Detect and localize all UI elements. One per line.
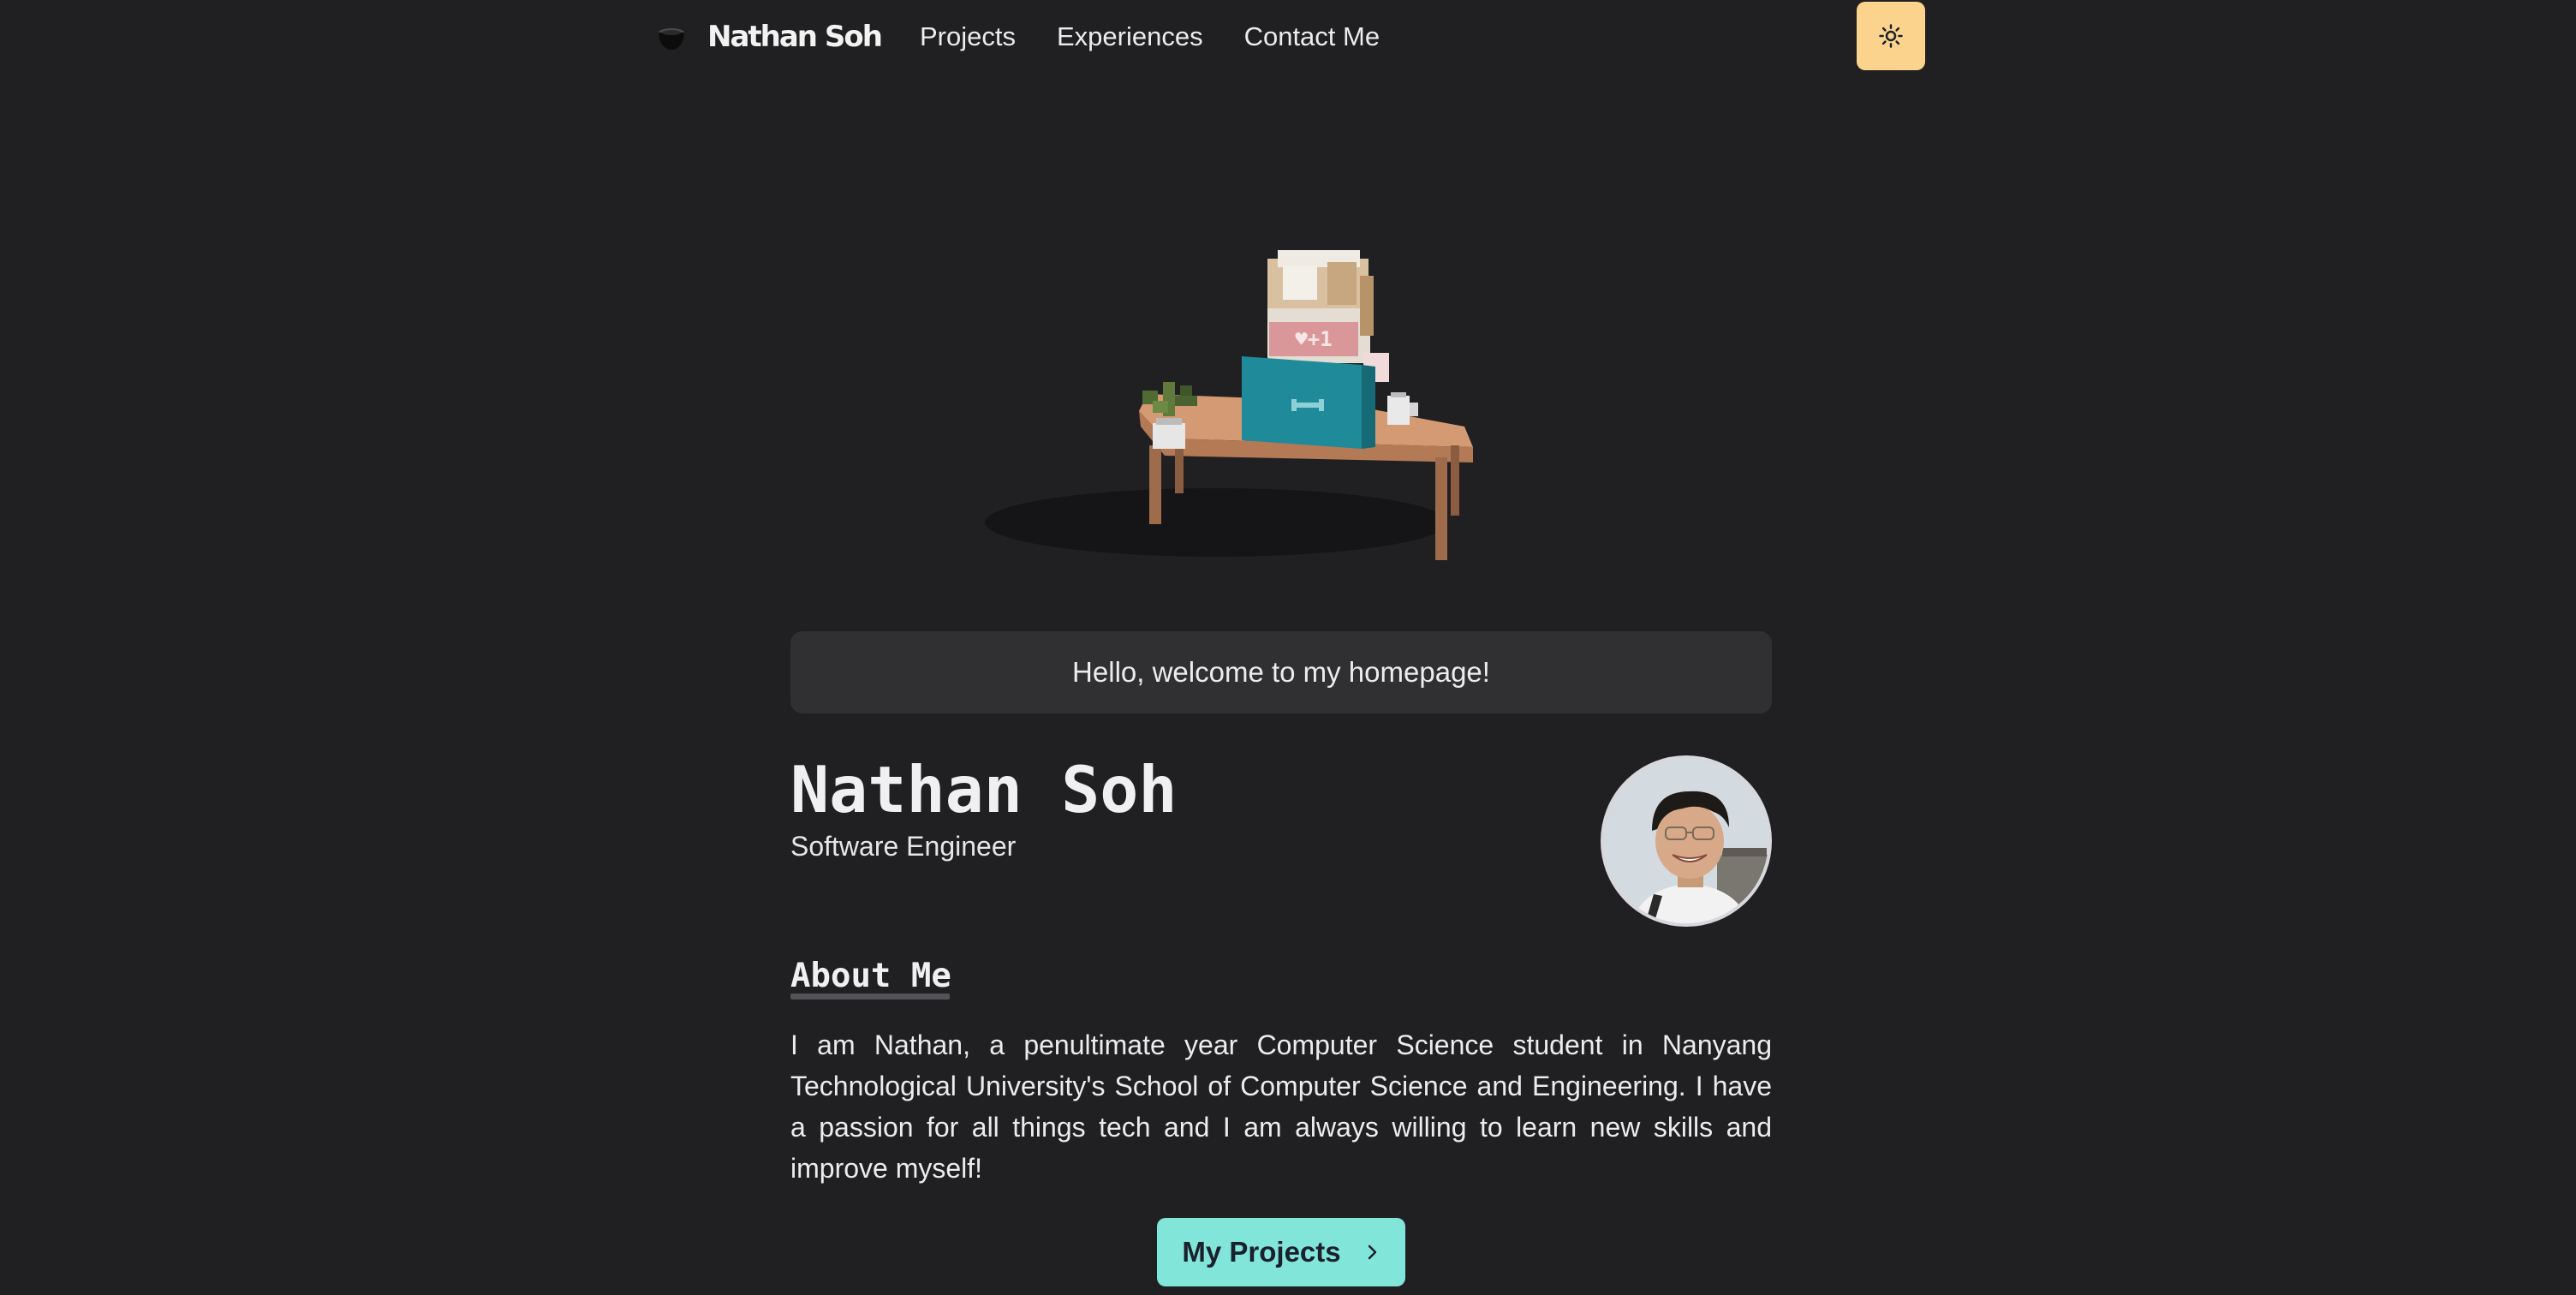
avatar bbox=[1601, 755, 1772, 927]
my-projects-label: My Projects bbox=[1182, 1236, 1341, 1268]
greeting-banner: Hello, welcome to my homepage! bbox=[790, 631, 1772, 713]
sun-icon bbox=[1879, 24, 1903, 48]
brand-logo-link[interactable]: Nathan Soh bbox=[653, 15, 883, 58]
profile-name: Nathan Soh bbox=[790, 752, 1178, 827]
brand-name: Nathan Soh bbox=[707, 20, 883, 54]
my-projects-button[interactable]: My Projects bbox=[1157, 1218, 1405, 1286]
theme-toggle-button[interactable] bbox=[1857, 2, 1925, 70]
nav-links: Projects Experiences Contact Me bbox=[920, 15, 1421, 58]
nav-link-projects[interactable]: Projects bbox=[920, 21, 1016, 52]
voxel-desk-illustration[interactable]: ♥+1 bbox=[959, 206, 1490, 582]
navbar: Nathan Soh Projects Experiences Contact … bbox=[0, 0, 2576, 74]
nav-link-experiences[interactable]: Experiences bbox=[1057, 21, 1203, 52]
heading-underline bbox=[790, 994, 950, 1000]
svg-text:♥+1: ♥+1 bbox=[1295, 327, 1332, 351]
nav-link-contact[interactable]: Contact Me bbox=[1244, 21, 1380, 52]
profile-role: Software Engineer bbox=[790, 831, 1017, 862]
about-me-text: I am Nathan, a penultimate year Computer… bbox=[790, 1029, 1772, 1184]
bowl-logo-icon bbox=[659, 28, 684, 50]
chevron-right-icon bbox=[1368, 1244, 1376, 1260]
